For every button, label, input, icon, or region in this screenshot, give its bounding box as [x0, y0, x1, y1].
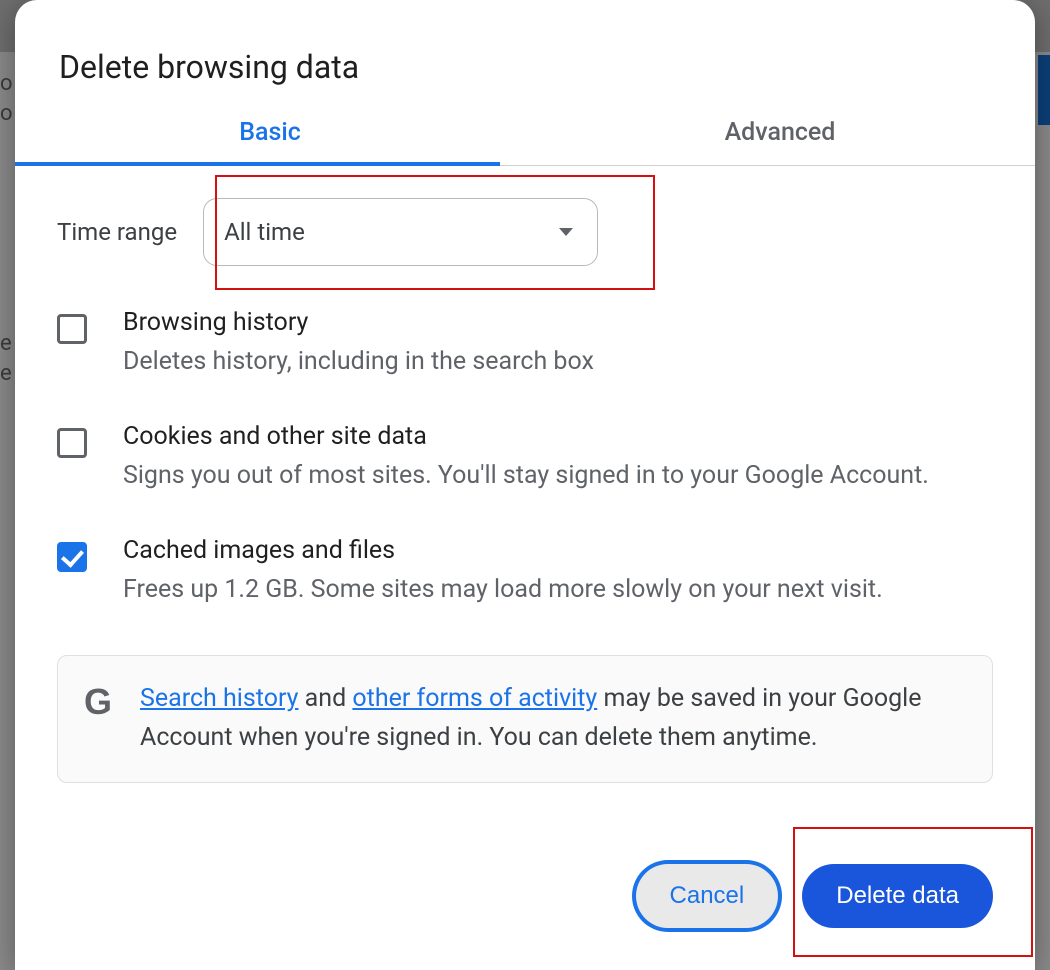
bg-text: o — [0, 100, 13, 129]
delete-data-button[interactable]: Delete data — [802, 864, 993, 928]
checkbox-browsing-history[interactable] — [57, 314, 87, 344]
option-desc: Frees up 1.2 GB. Some sites may load mor… — [123, 571, 993, 610]
tab-basic[interactable]: Basic — [15, 118, 525, 165]
search-history-link[interactable]: Search history — [140, 684, 298, 713]
option-cached: Cached images and files Frees up 1.2 GB.… — [57, 518, 993, 632]
time-range-label: Time range — [57, 218, 177, 246]
tab-advanced[interactable]: Advanced — [525, 118, 1035, 165]
bg-text: o — [0, 70, 13, 99]
notice-mid: and — [298, 684, 352, 713]
delete-browsing-data-dialog: Delete browsing data Basic Advanced Time… — [15, 0, 1035, 970]
checkbox-cached[interactable] — [57, 542, 87, 572]
dialog-tabs: Basic Advanced — [15, 118, 1035, 166]
dialog-title: Delete browsing data — [15, 0, 1035, 118]
background-chip — [1038, 55, 1050, 125]
option-browsing-history: Browsing history Deletes history, includ… — [57, 290, 993, 404]
cancel-button[interactable]: Cancel — [636, 864, 779, 928]
option-title: Cookies and other site data — [123, 422, 993, 451]
bg-text: e — [0, 330, 12, 359]
other-activity-link[interactable]: other forms of activity — [352, 684, 597, 713]
option-cookies: Cookies and other site data Signs you ou… — [57, 404, 993, 518]
dialog-actions: Cancel Delete data — [636, 864, 993, 928]
bg-text: e — [0, 360, 12, 389]
option-title: Cached images and files — [123, 536, 993, 565]
dialog-body: Time range All time Browsing history Del… — [15, 166, 1035, 783]
option-title: Browsing history — [123, 308, 993, 337]
caret-down-icon — [559, 228, 573, 236]
notice-text: Search history and other forms of activi… — [140, 680, 966, 758]
time-range-value: All time — [224, 218, 305, 246]
checkbox-cookies[interactable] — [57, 428, 87, 458]
option-desc: Deletes history, including in the search… — [123, 343, 993, 382]
option-desc: Signs you out of most sites. You'll stay… — [123, 457, 993, 496]
google-account-notice: G Search history and other forms of acti… — [57, 655, 993, 783]
time-range-select[interactable]: All time — [203, 198, 598, 266]
time-range-row: Time range All time — [57, 190, 993, 290]
google-g-icon: G — [84, 684, 112, 720]
